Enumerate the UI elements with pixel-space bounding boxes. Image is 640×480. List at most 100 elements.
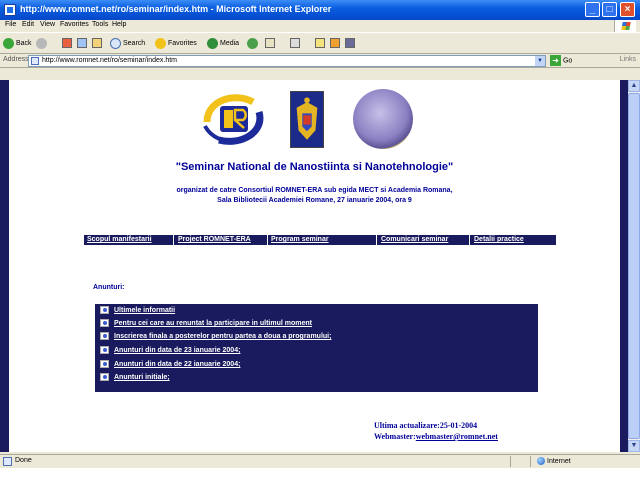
scroll-thumb[interactable] — [628, 93, 640, 439]
mail-icon — [265, 38, 275, 49]
romanian-academy-seal-image — [353, 89, 413, 149]
search-button[interactable]: Search — [110, 37, 145, 51]
status-text: Done — [15, 457, 32, 464]
subtitle-line-1: organizat de catre Consortiul ROMNET-ERA… — [176, 187, 453, 194]
back-arrow-icon — [3, 37, 14, 49]
address-url: http://www.romnet.net/ro/seminar/index.h… — [42, 57, 177, 64]
go-arrow-icon: ➜ — [550, 55, 561, 66]
window-title: http://www.romnet.net/ro/seminar/index.h… — [20, 4, 332, 14]
messenger-icon — [330, 38, 340, 49]
page-content: "Seminar National de Nanostiinta si Nano… — [9, 80, 620, 452]
subtitle-line-2: Sala Bibliotecii Academiei Romane, 27 ia… — [217, 197, 412, 204]
webmaster-line: Webmaster:webmaster@romnet.net — [374, 432, 498, 441]
favorites-button[interactable]: Favorites — [155, 37, 197, 51]
webmaster-email-link[interactable]: webmaster@romnet.net — [416, 432, 498, 441]
vertical-scrollbar[interactable]: ▲ ▼ — [628, 80, 640, 452]
star-icon — [155, 37, 166, 49]
bullet-icon — [100, 306, 109, 314]
mail-button[interactable] — [265, 37, 275, 51]
security-zone: Internet — [537, 457, 571, 465]
news-link[interactable]: Pentru cei care au renuntat la participa… — [114, 318, 312, 329]
page-title: "Seminar National de Nanostiinta si Nano… — [175, 161, 454, 173]
news-link[interactable]: Anunturi din data de 23 ianuarie 2004; — [114, 345, 240, 356]
bullet-icon — [100, 319, 109, 327]
history-button[interactable] — [247, 37, 260, 51]
nav-divider — [469, 235, 470, 245]
menu-favorites[interactable]: Favorites — [60, 21, 89, 28]
page-icon — [3, 457, 12, 466]
media-button[interactable]: Media — [207, 37, 239, 51]
nav-divider — [267, 235, 268, 245]
menu-file[interactable]: File — [5, 21, 16, 28]
toolbar: Back Search Favorites Media — [0, 32, 640, 54]
status-divider — [510, 456, 511, 467]
menu-tools[interactable]: Tools — [92, 21, 108, 28]
menu-edit[interactable]: Edit — [22, 21, 34, 28]
minimize-button[interactable]: _ — [585, 2, 600, 17]
scroll-up-icon[interactable]: ▲ — [628, 80, 640, 92]
media-icon — [207, 37, 218, 49]
forward-arrow-icon — [36, 37, 47, 49]
menu-view[interactable]: View — [40, 21, 55, 28]
address-bar: Address http://www.romnet.net/ro/seminar… — [0, 54, 640, 68]
nav-detalii-practice[interactable]: Detalii practice — [474, 235, 524, 245]
bottom-strip — [0, 468, 640, 480]
forward-button[interactable] — [36, 37, 49, 51]
menu-help[interactable]: Help — [112, 21, 126, 28]
edit-button[interactable] — [315, 37, 325, 51]
home-button[interactable] — [92, 37, 102, 51]
address-input[interactable]: http://www.romnet.net/ro/seminar/index.h… — [28, 55, 546, 67]
news-link[interactable]: Inscrierea finala a posterelor pentru pa… — [114, 331, 331, 342]
home-icon — [92, 38, 102, 49]
nav-scopul-manifestarii[interactable]: Scopul manifestarii — [87, 235, 152, 245]
nav-divider — [376, 235, 377, 245]
last-update: Ultima actualizare:25-01-2004 — [374, 421, 478, 430]
windows-logo-icon — [614, 20, 636, 32]
bullet-icon — [100, 360, 109, 368]
news-link[interactable]: Ultimele informatii — [114, 305, 175, 316]
messenger-button[interactable] — [330, 37, 340, 51]
search-icon — [110, 37, 121, 49]
status-bar: Done Internet — [0, 454, 640, 468]
nav-divider — [173, 235, 174, 245]
nav-project-romnet-era[interactable]: Project ROMNET-ERA — [178, 235, 251, 245]
nav-comunicari-seminar[interactable]: Comunicari seminar — [381, 235, 448, 245]
globe-icon — [537, 457, 545, 465]
chevron-down-icon[interactable]: ▼ — [535, 56, 545, 66]
logo-row — [9, 88, 620, 152]
folder-icon — [315, 38, 325, 49]
back-button[interactable]: Back — [3, 37, 32, 51]
close-button[interactable]: × — [620, 2, 635, 17]
window-title-bar[interactable]: http://www.romnet.net/ro/seminar/index.h… — [0, 0, 640, 20]
research-icon — [345, 38, 355, 49]
stop-icon — [62, 38, 72, 49]
address-label: Address — [3, 56, 29, 63]
maximize-button[interactable]: □ — [602, 2, 617, 17]
links-button[interactable]: Links — [620, 56, 636, 63]
refresh-icon — [77, 38, 87, 49]
news-link[interactable]: Anunturi din data de 22 ianuarie 2004; — [114, 359, 240, 370]
anunturi-heading: Anunturi: — [93, 284, 125, 291]
news-link[interactable]: Anunturi initiale; — [114, 372, 170, 383]
romania-coat-of-arms-image — [290, 91, 324, 148]
ie-icon — [4, 4, 16, 16]
bullet-icon — [100, 346, 109, 354]
menu-bar: File Edit View Favorites Tools Help — [0, 20, 640, 32]
page-icon — [31, 57, 39, 65]
romnet-era-logo — [203, 94, 264, 145]
bullet-icon — [100, 373, 109, 381]
page-viewport: "Seminar National de Nanostiinta si Nano… — [0, 80, 628, 452]
status-divider — [530, 456, 531, 467]
history-icon — [247, 37, 258, 49]
page-footer: Ultima actualizare:25-01-2004 Webmaster:… — [374, 420, 498, 442]
stop-button[interactable] — [62, 37, 72, 51]
section-nav: Scopul manifestarii Project ROMNET-ERA P… — [84, 235, 556, 245]
print-button[interactable] — [290, 37, 300, 51]
go-button[interactable]: ➜ Go — [550, 55, 572, 66]
scroll-down-icon[interactable]: ▼ — [628, 440, 640, 452]
nav-program-seminar[interactable]: Program seminar — [271, 235, 329, 245]
refresh-button[interactable] — [77, 37, 87, 51]
print-icon — [290, 38, 300, 49]
page-subtitle: organizat de catre Consortiul ROMNET-ERA… — [9, 186, 620, 206]
research-button[interactable] — [345, 37, 355, 51]
